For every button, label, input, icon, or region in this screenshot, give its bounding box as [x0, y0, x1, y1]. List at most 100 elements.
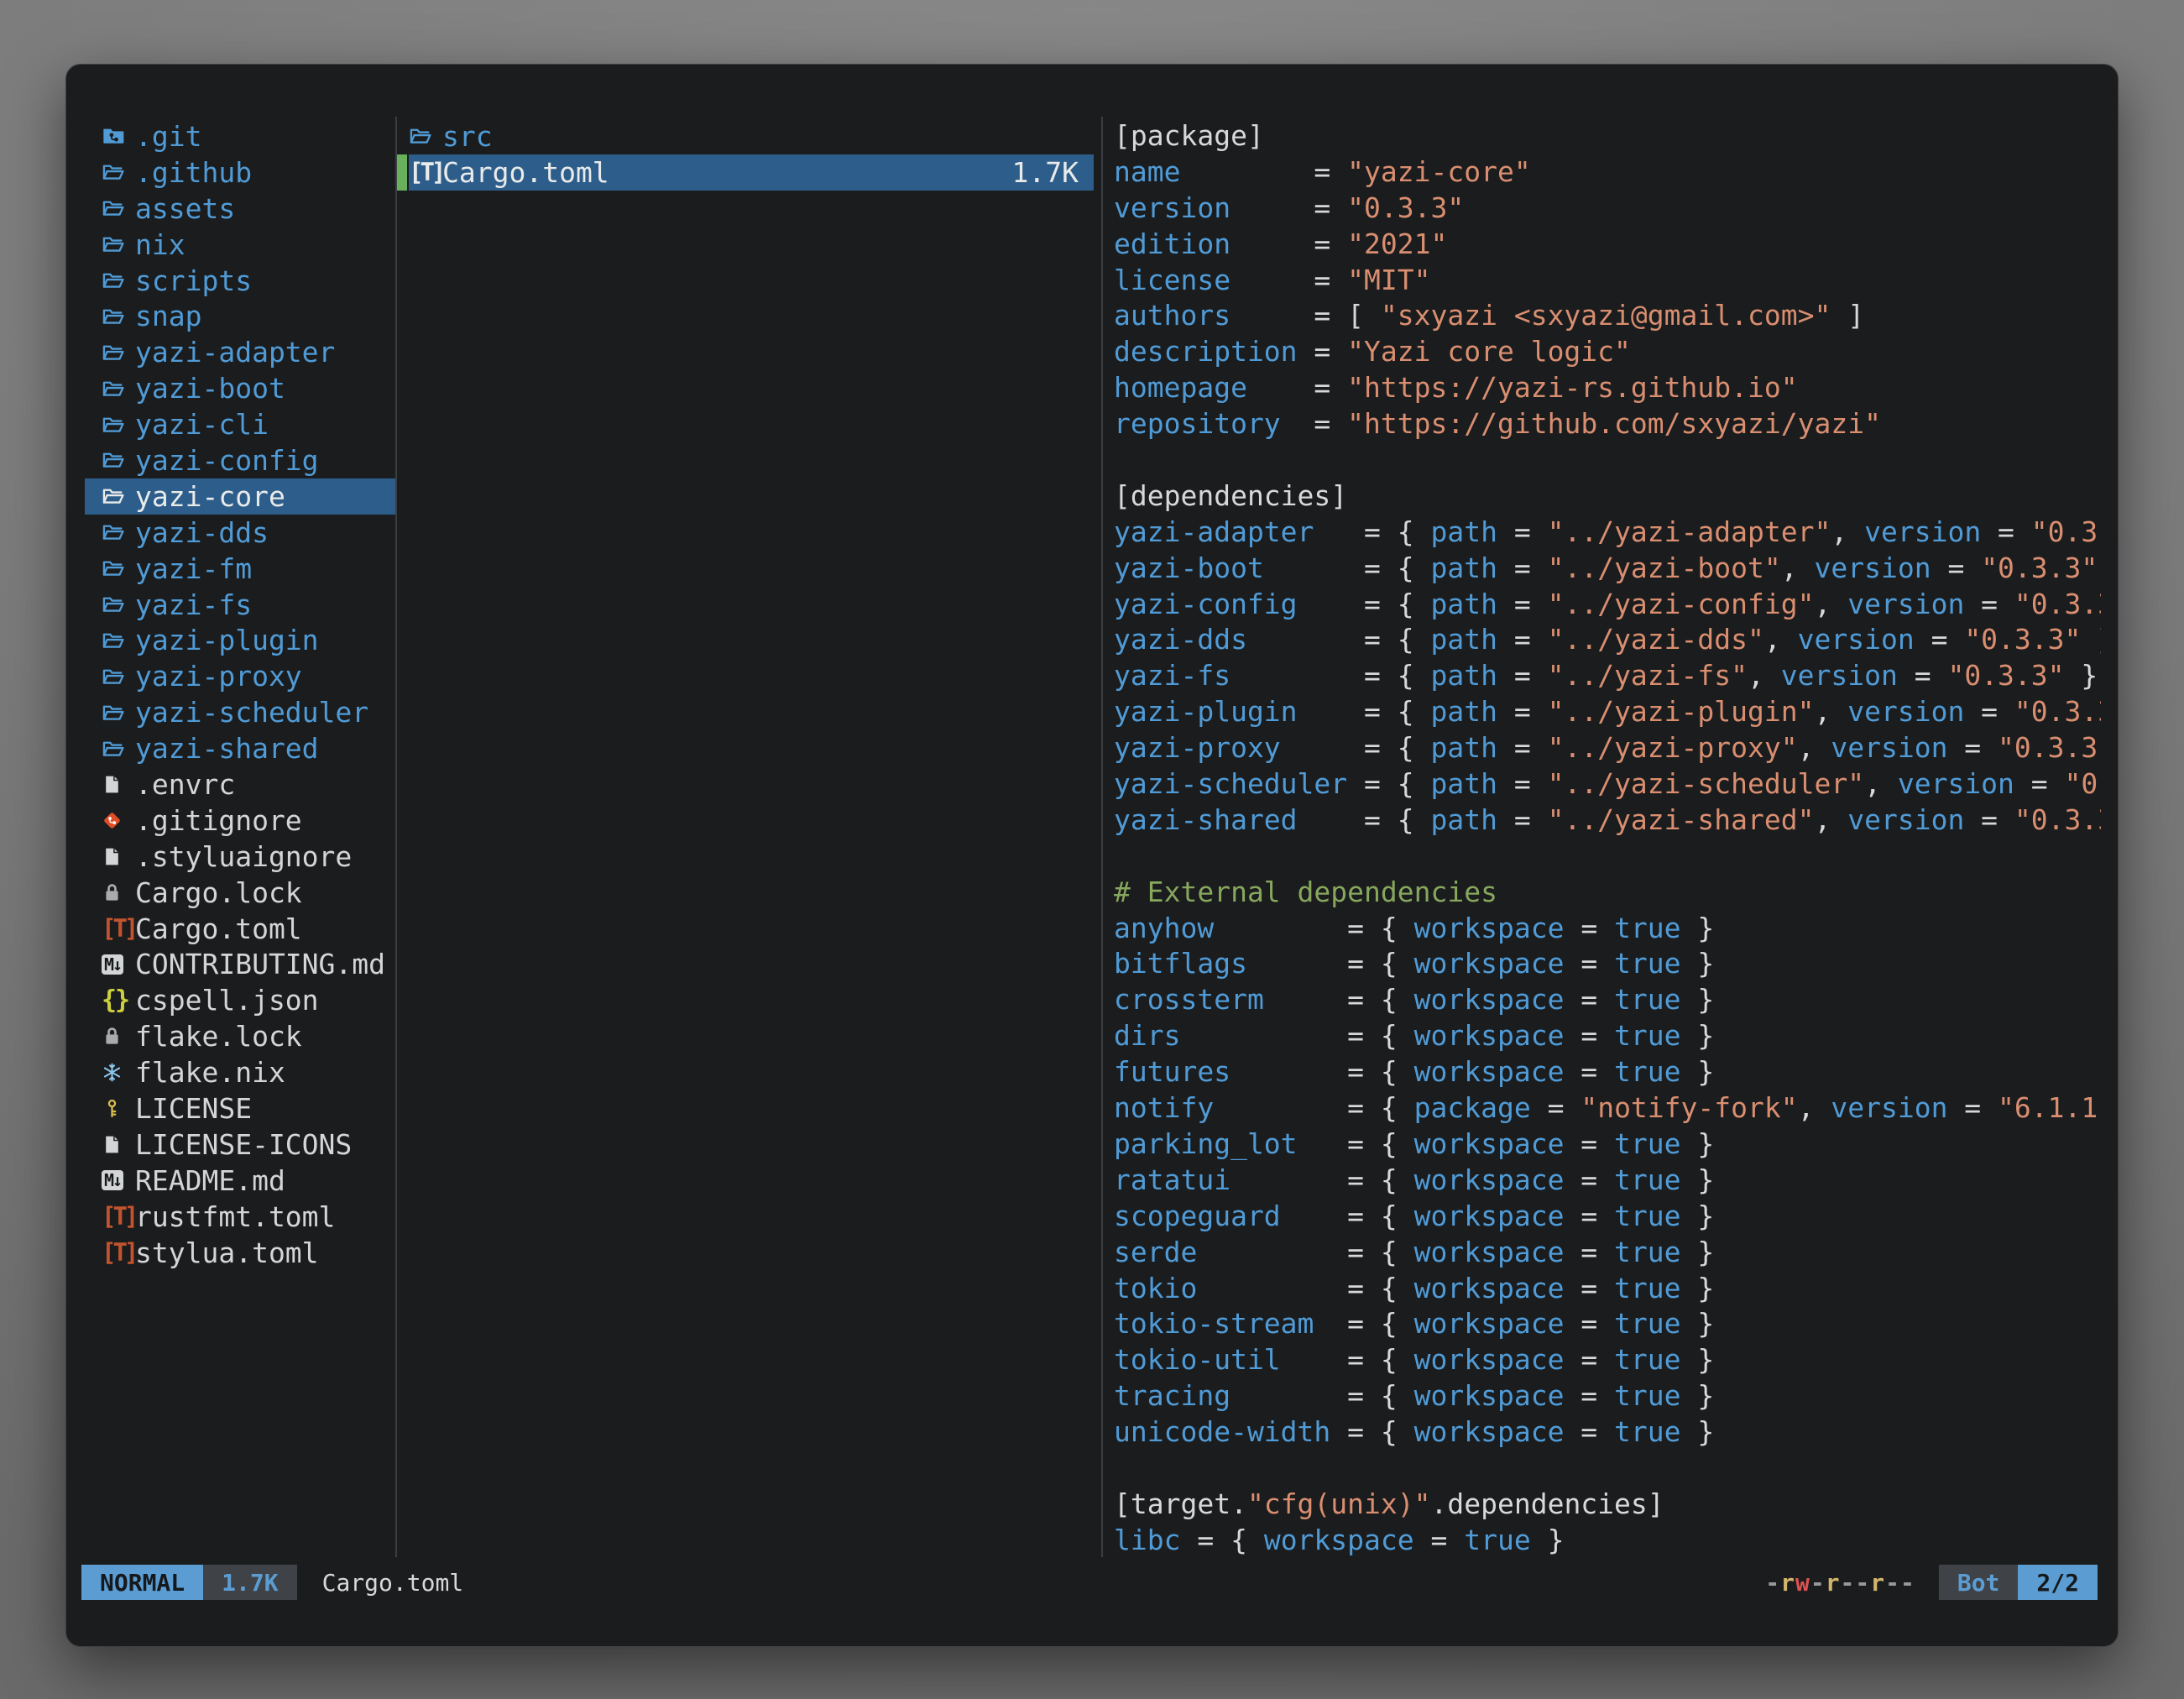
file-row-yazi-cli[interactable]: yazi-cli [85, 406, 395, 442]
file-name: .git [135, 120, 201, 153]
code-line: [target."cfg(unix)".dependencies] [1114, 1487, 2101, 1523]
file-row-nix[interactable]: nix [85, 227, 395, 263]
file-row-yazi-adapter[interactable]: yazi-adapter [85, 334, 395, 370]
file-row-yazi-boot[interactable]: yazi-boot [85, 370, 395, 406]
file-name: yazi-config [135, 444, 319, 477]
file-row-stylua-toml[interactable]: [T]stylua.toml [85, 1235, 395, 1271]
markdown-icon: M↓ [102, 1170, 132, 1190]
file-row-cargo-toml[interactable]: [T]Cargo.toml1.7K [409, 154, 1094, 191]
hover-marker [397, 154, 407, 191]
file-row-rustfmt-toml[interactable]: [T]rustfmt.toml [85, 1199, 395, 1235]
code-line: # External dependencies [1114, 875, 2101, 911]
file-row-scripts[interactable]: scripts [85, 263, 395, 299]
scroll-position: Bot [1939, 1565, 2019, 1600]
file-row-envrc[interactable]: .envrc [85, 766, 395, 802]
permissions: -rw-r--r-- [1765, 1569, 1915, 1597]
file-row-contributing-md[interactable]: M↓CONTRIBUTING.md [85, 946, 395, 982]
folder-open-icon [409, 124, 439, 148]
folder-open-icon [102, 448, 132, 472]
file-row-readme-md[interactable]: M↓README.md [85, 1163, 395, 1199]
lock-icon [102, 1026, 132, 1047]
file-icon [102, 846, 132, 867]
code-line: yazi-shared = { path = "../yazi-shared",… [1114, 802, 2101, 839]
parent-pane: .git.githubassetsnixscriptssnapyazi-adap… [85, 118, 395, 1271]
file-row-snap[interactable]: snap [85, 298, 395, 334]
file-name: scripts [135, 264, 252, 297]
file-row-yazi-fs[interactable]: yazi-fs [85, 587, 395, 623]
code-line: anyhow = { workspace = true } [1114, 911, 2101, 947]
git-folder-icon [102, 124, 132, 148]
file-row-styluaignore[interactable]: .styluaignore [85, 839, 395, 875]
status-bar: NORMAL 1.7K Cargo.toml -rw-r--r-- Bot 2/… [81, 1565, 2098, 1600]
file-row-flake-lock[interactable]: flake.lock [85, 1018, 395, 1054]
file-name: cspell.json [135, 984, 319, 1017]
code-line: yazi-config = { path = "../yazi-config",… [1114, 587, 2101, 623]
pane-divider [395, 117, 397, 1557]
folder-open-icon [102, 377, 132, 400]
file-row-github[interactable]: .github [85, 154, 395, 191]
folder-open-icon [102, 593, 132, 616]
file-row-yazi-fm[interactable]: yazi-fm [85, 551, 395, 587]
file-row-license-icons[interactable]: LICENSE-ICONS [85, 1127, 395, 1163]
file-name: rustfmt.toml [135, 1200, 335, 1233]
file-name: .envrc [135, 768, 235, 801]
file-name: yazi-fs [135, 588, 252, 621]
file-name: assets [135, 192, 235, 225]
file-row-yazi-scheduler[interactable]: yazi-scheduler [85, 694, 395, 730]
folder-open-icon [102, 413, 132, 437]
desktop-background: .git.githubassetsnixscriptssnapyazi-adap… [0, 0, 2184, 1699]
code-line: yazi-adapter = { path = "../yazi-adapter… [1114, 515, 2101, 551]
file-name: LICENSE [135, 1092, 252, 1125]
file-name: yazi-plugin [135, 624, 319, 656]
file-row-cspell-json[interactable]: {}cspell.json [85, 982, 395, 1018]
file-icon [102, 1134, 132, 1155]
markdown-icon: M↓ [102, 954, 132, 975]
file-name: CONTRIBUTING.md [135, 948, 385, 980]
file-name: src [442, 120, 493, 153]
file-name: README.md [135, 1164, 285, 1197]
folder-open-icon [102, 305, 132, 328]
folder-open-icon [102, 269, 132, 292]
pane-divider [1101, 117, 1103, 1557]
file-row-src[interactable]: src [409, 118, 1094, 154]
file-name: LICENSE-ICONS [135, 1128, 352, 1161]
code-line: homepage = "https://yazi-rs.github.io" [1114, 370, 2101, 406]
folder-open-icon [102, 520, 132, 544]
code-line: yazi-proxy = { path = "../yazi-proxy", v… [1114, 730, 2101, 766]
file-row-flake-nix[interactable]: flake.nix [85, 1054, 395, 1090]
code-line [1114, 1451, 2101, 1487]
file-row-cargo-lock[interactable]: Cargo.lock [85, 875, 395, 911]
folder-open-icon [102, 160, 132, 184]
file-row-git[interactable]: .git [85, 118, 395, 154]
code-line: unicode-width = { workspace = true } [1114, 1414, 2101, 1451]
file-row-yazi-dds[interactable]: yazi-dds [85, 515, 395, 551]
key-icon [102, 1098, 132, 1119]
file-row-license[interactable]: LICENSE [85, 1090, 395, 1127]
code-line: repository = "https://github.com/sxyazi/… [1114, 406, 2101, 442]
code-line: tokio-stream = { workspace = true } [1114, 1306, 2101, 1342]
folder-open-icon [102, 341, 132, 364]
code-line: tokio = { workspace = true } [1114, 1271, 2101, 1307]
code-line [1114, 442, 2101, 478]
file-size-indicator: 1.7K [203, 1565, 296, 1600]
code-line: yazi-scheduler = { path = "../yazi-sched… [1114, 766, 2101, 802]
file-row-cargo-toml[interactable]: [T]Cargo.toml [85, 911, 395, 947]
file-row-yazi-shared[interactable]: yazi-shared [85, 730, 395, 766]
file-row-gitignore[interactable]: .gitignore [85, 802, 395, 839]
file-name: stylua.toml [135, 1236, 319, 1269]
file-row-assets[interactable]: assets [85, 191, 395, 227]
file-row-yazi-config[interactable]: yazi-config [85, 442, 395, 478]
toml-icon: [T] [102, 1241, 132, 1265]
file-name: snap [135, 300, 201, 332]
file-icon [102, 774, 132, 795]
file-name: yazi-shared [135, 732, 319, 765]
code-line: [package] [1114, 118, 2101, 154]
file-row-yazi-core[interactable]: yazi-core [85, 478, 395, 515]
code-line: yazi-dds = { path = "../yazi-dds", versi… [1114, 622, 2101, 658]
file-name: .styluaignore [135, 840, 352, 873]
code-line: serde = { workspace = true } [1114, 1235, 2101, 1271]
code-line: tokio-util = { workspace = true } [1114, 1342, 2101, 1378]
file-row-yazi-proxy[interactable]: yazi-proxy [85, 658, 395, 694]
file-row-yazi-plugin[interactable]: yazi-plugin [85, 622, 395, 658]
status-left: NORMAL 1.7K Cargo.toml [81, 1565, 463, 1600]
